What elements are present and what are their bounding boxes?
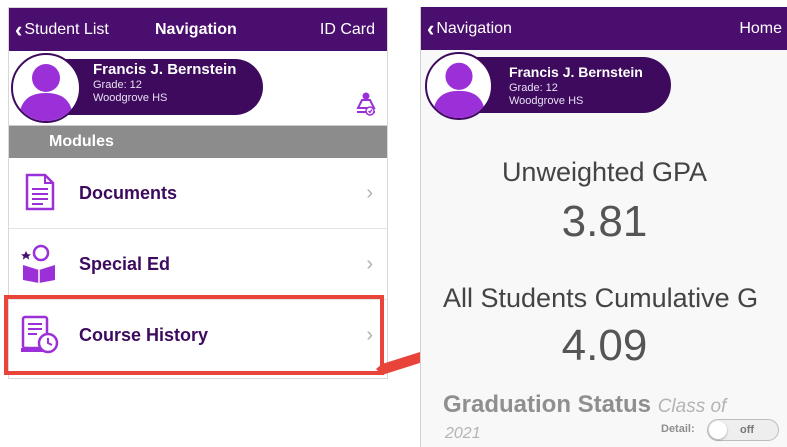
top-nav-bar: ‹ Navigation Home	[421, 7, 787, 50]
student-name: Francis J. Bernstein	[509, 64, 643, 80]
unweighted-gpa-label: Unweighted GPA	[501, 157, 708, 187]
chevron-left-icon: ‹	[427, 16, 435, 41]
student-grade: Grade: 12	[509, 82, 558, 94]
toggle-state: off	[740, 424, 755, 436]
class-year: 2021	[445, 425, 481, 442]
detail-label: Detail:	[661, 423, 695, 435]
person-silhouette-icon	[432, 62, 486, 118]
avatar	[425, 52, 493, 120]
student-profile: Francis J. Bernstein Grade: 12 Woodgrove…	[421, 50, 787, 130]
toggle-knob	[709, 421, 727, 439]
cumulative-gpa-label: All Students Cumulative G	[443, 283, 759, 313]
back-to-navigation-button[interactable]: ‹ Navigation	[427, 7, 512, 50]
right-screen: ‹ Navigation Home Francis J. Bernstein Gr…	[420, 7, 787, 447]
student-school: Woodgrove HS	[509, 95, 584, 107]
back-label: Navigation	[436, 20, 512, 37]
class-of-label: Class of	[657, 396, 727, 417]
graduation-status-heading: Graduation Status Class of	[443, 391, 726, 419]
graduation-status-label: Graduation Status	[443, 391, 652, 418]
home-button[interactable]: Home	[739, 7, 782, 50]
cumulative-gpa-value: 4.09	[561, 321, 648, 370]
unweighted-gpa-value: 3.81	[561, 197, 648, 246]
detail-toggle[interactable]: off	[707, 419, 779, 441]
